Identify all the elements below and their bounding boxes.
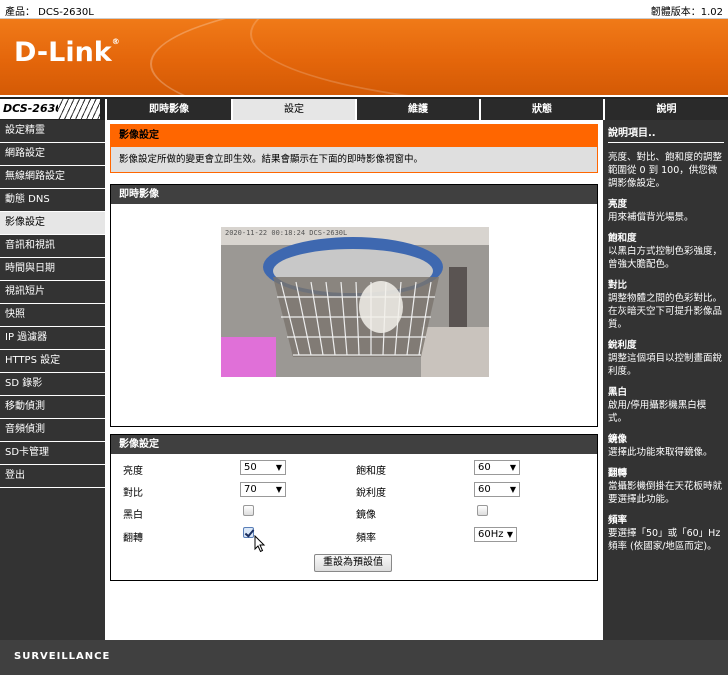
help-entry: 對比 調整物體之間的色彩對比。在灰暗天空下可提升影像品質。 <box>608 280 723 330</box>
help-entry: 鏡像 選擇此功能來取得鏡像。 <box>608 434 713 458</box>
sidebar-item-video-clip[interactable]: 視訊短片 <box>0 281 105 304</box>
help-panel: 說明項目.. 亮度、對比、飽和度的調整範圍從 0 到 100，供您微調影像設定。… <box>603 120 728 640</box>
header-banner: D-Link® <box>0 19 728 95</box>
chevron-down-icon: ▼ <box>275 485 282 494</box>
chevron-down-icon: ▼ <box>509 463 516 472</box>
tab-help[interactable]: 說明 <box>603 99 728 120</box>
tab-maintenance[interactable]: 維護 <box>355 99 479 120</box>
saturation-label: 飽和度 <box>356 466 386 477</box>
sidebar-item-network[interactable]: 網路設定 <box>0 143 105 166</box>
image-settings-panel: 影像設定 亮度 50 ▼ 飽和度 60 ▼ 對比 70 ▼ 銳利度 60 ▼ 黑白 鏡像… <box>110 434 598 581</box>
sharpness-label: 銳利度 <box>356 488 386 499</box>
mirror-checkbox[interactable] <box>477 505 488 516</box>
help-title: 說明項目.. <box>608 128 656 139</box>
tab-setup[interactable]: 設定 <box>231 99 355 120</box>
sidebar-item-time-date[interactable]: 時間與日期 <box>0 258 105 281</box>
chevron-down-icon: ▼ <box>275 463 282 472</box>
tab-live-video[interactable]: 即時影像 <box>105 99 231 120</box>
help-intro: 亮度、對比、飽和度的調整範圍從 0 到 100，供您微調影像設定。 <box>608 152 723 189</box>
help-entry: 銳利度 調整這個項目以控制畫面銳利度。 <box>608 340 723 377</box>
sidebar-item-https[interactable]: HTTPS 設定 <box>0 350 105 373</box>
surveillance-brand: SURVEILLANCE <box>14 651 111 662</box>
intro-title: 影像設定 <box>111 125 597 147</box>
sidebar-item-sd-management[interactable]: SD卡管理 <box>0 442 105 465</box>
flip-checkbox[interactable] <box>243 527 254 538</box>
frequency-label: 頻率 <box>356 533 376 544</box>
live-video-preview: 2020-11-22 00:18:24 DCS-2630L <box>221 227 489 377</box>
live-video-panel: 即時影像 2020-11-22 00:18:24 DCS-2630L <box>110 184 598 427</box>
contrast-label: 對比 <box>123 488 143 499</box>
chevron-down-icon: ▼ <box>509 485 516 494</box>
brightness-select[interactable]: 50 ▼ <box>240 460 286 475</box>
help-entry: 翻轉 當攝影機倒掛在天花板時就要選擇此功能。 <box>608 468 723 505</box>
sidebar-item-sound-detection[interactable]: 音頻偵測 <box>0 419 105 442</box>
intro-description: 影像設定所做的變更會立即生效。結果會顯示在下面的即時影像視窗中。 <box>111 147 597 172</box>
sidebar: 設定精靈 網路設定 無線網路設定 動態 DNS 影像設定 音訊和視訊 時間與日期… <box>0 120 105 640</box>
contrast-select[interactable]: 70 ▼ <box>240 482 286 497</box>
chevron-down-icon: ▼ <box>506 530 513 539</box>
sidebar-item-wizard[interactable]: 設定精靈 <box>0 120 105 143</box>
help-entry: 亮度 用來補償背光場景。 <box>608 199 694 223</box>
frequency-select[interactable]: 60Hz ▼ <box>474 527 517 542</box>
help-entry: 頻率 要選擇「50」或「60」Hz 頻率 (依國家/地區而定)。 <box>608 515 721 552</box>
mouse-cursor-icon <box>254 535 266 553</box>
reset-defaults-button[interactable]: 重設為預設值 <box>314 554 392 572</box>
sidebar-item-image-setup[interactable]: 影像設定 <box>0 212 105 235</box>
saturation-select[interactable]: 60 ▼ <box>474 460 520 475</box>
live-video-title: 即時影像 <box>111 185 597 204</box>
sidebar-item-snapshot[interactable]: 快照 <box>0 304 105 327</box>
top-info-bar: 產品： DCS-2630L 韌體版本：1.02 <box>0 0 728 19</box>
video-timestamp: 2020-11-22 00:18:24 DCS-2630L <box>225 229 348 237</box>
main-nav: DCS-2630L 即時影像 設定 維護 狀態 說明 <box>0 95 728 120</box>
dlink-logo: D-Link® <box>14 37 120 68</box>
bw-label: 黑白 <box>123 510 143 521</box>
sharpness-select[interactable]: 60 ▼ <box>474 482 520 497</box>
brightness-label: 亮度 <box>123 466 143 477</box>
sidebar-item-ip-filter[interactable]: IP 過濾器 <box>0 327 105 350</box>
firmware-version: 韌體版本：1.02 <box>650 7 723 18</box>
help-entry: 飽和度 以黑白方式控制色彩強度，曾強大膽配色。 <box>608 233 723 270</box>
mirror-label: 鏡像 <box>356 510 376 521</box>
tab-status[interactable]: 狀態 <box>479 99 603 120</box>
image-settings-title: 影像設定 <box>111 435 597 454</box>
help-entry: 黑白 啟用/停用攝影機黑白模式。 <box>608 387 707 424</box>
intro-panel: 影像設定 影像設定所做的變更會立即生效。結果會顯示在下面的即時影像視窗中。 <box>110 124 598 173</box>
sidebar-item-audio-video[interactable]: 音訊和視訊 <box>0 235 105 258</box>
sidebar-item-sd-recording[interactable]: SD 錄影 <box>0 373 105 396</box>
sidebar-item-motion-detection[interactable]: 移動偵測 <box>0 396 105 419</box>
model-badge: DCS-2630L <box>0 99 100 119</box>
product-label: 產品： DCS-2630L <box>5 7 94 18</box>
sidebar-item-ddns[interactable]: 動態 DNS <box>0 189 105 212</box>
flip-label: 翻轉 <box>123 533 143 544</box>
main-content: 影像設定 影像設定所做的變更會立即生效。結果會顯示在下面的即時影像視窗中。 即時… <box>105 120 603 640</box>
sidebar-item-logout[interactable]: 登出 <box>0 465 105 488</box>
footer: SURVEILLANCE <box>0 640 728 675</box>
sidebar-item-wireless[interactable]: 無線網路設定 <box>0 166 105 189</box>
bw-checkbox[interactable] <box>243 505 254 516</box>
